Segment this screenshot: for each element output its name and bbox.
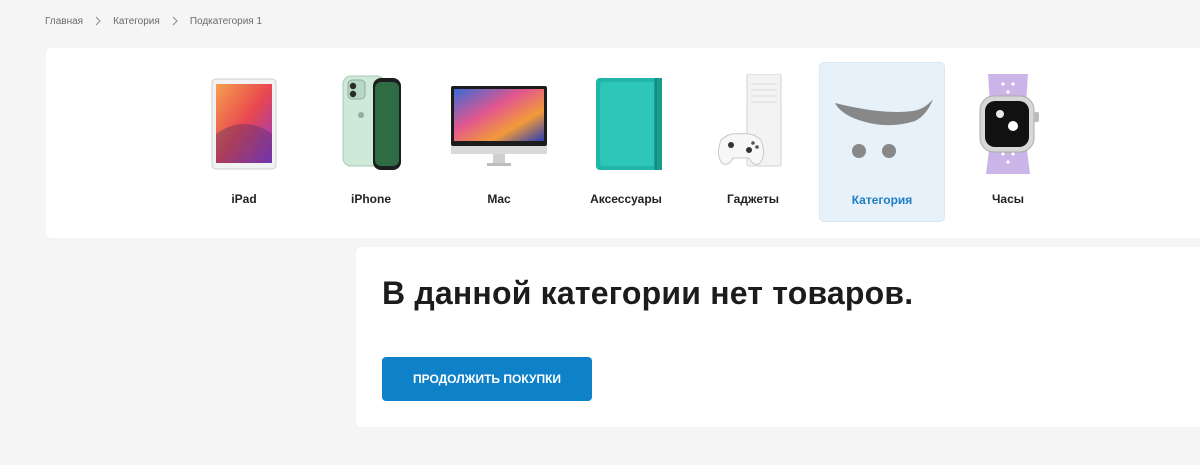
category-label: iPhone (350, 192, 391, 206)
category-label: Категория (851, 193, 913, 207)
category-label: Гаджеты (727, 192, 779, 206)
category-label: iPad (231, 192, 257, 206)
category-item-watch[interactable]: Часы (945, 62, 1071, 222)
mac-image (449, 74, 549, 174)
category-item-gadgets[interactable]: Гаджеты (690, 62, 816, 222)
ipad-image (194, 74, 294, 174)
iphone-image (321, 74, 421, 174)
xbox-console-image (703, 74, 803, 174)
category-item-accessories[interactable]: Аксессуары (563, 62, 689, 222)
watch-image (958, 74, 1058, 174)
category-list: iPad iPhone Mac Аксессуары Гаджеты Катег… (46, 48, 1200, 238)
category-item-ipad[interactable]: iPad (181, 62, 307, 222)
breadcrumb-category[interactable]: Категория (113, 16, 160, 27)
category-carousel: iPad iPhone Mac Аксессуары Гаджеты Катег… (46, 48, 1200, 238)
breadcrumb: Главная Категория Подкатегория 1 (45, 15, 262, 27)
breadcrumb-subcategory[interactable]: Подкатегория 1 (190, 16, 262, 27)
page-title: В данной категории нет товаров. (382, 275, 914, 311)
chevron-right-icon (170, 15, 180, 27)
category-item-category-active[interactable]: Категория (819, 62, 945, 222)
opencart-cart-logo (833, 75, 933, 175)
category-item-iphone[interactable]: iPhone (308, 62, 434, 222)
category-label: Аксессуары (590, 192, 662, 206)
category-item-mac[interactable]: Mac (436, 62, 562, 222)
chevron-right-icon (93, 15, 103, 27)
accessories-case-image (576, 74, 676, 174)
category-label: Mac (487, 192, 511, 206)
breadcrumb-home[interactable]: Главная (45, 16, 83, 27)
empty-category-panel: В данной категории нет товаров. ПРОДОЛЖИ… (356, 247, 1200, 427)
category-label: Часы (991, 192, 1025, 206)
continue-shopping-button[interactable]: ПРОДОЛЖИТЬ ПОКУПКИ (382, 357, 592, 401)
